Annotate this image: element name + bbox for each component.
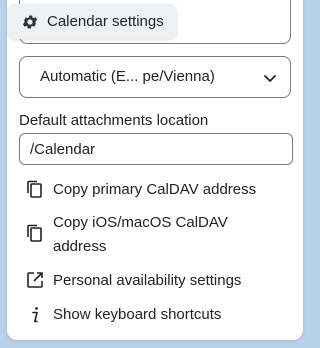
copy-primary-caldav-button[interactable]: Copy primary CalDAV address xyxy=(25,177,295,201)
keyboard-shortcuts-button[interactable]: Show keyboard shortcuts xyxy=(25,302,295,326)
keyboard-shortcuts-label: Show keyboard shortcuts xyxy=(53,306,222,323)
timezone-select[interactable]: Automatic (E... pe/Vienna) xyxy=(19,56,291,98)
attachments-location-input[interactable] xyxy=(19,133,293,165)
chevron-down-icon xyxy=(264,75,276,82)
calendar-settings-title: Calendar settings xyxy=(47,13,164,30)
copy-primary-caldav-label: Copy primary CalDAV address xyxy=(53,181,257,198)
copy-icon xyxy=(27,180,42,198)
calendar-settings-header[interactable]: Calendar settings xyxy=(7,4,177,39)
copy-ios-caldav-label: Copy iOS/macOS CalDAV address xyxy=(53,214,228,255)
personal-availability-label: Personal availability settings xyxy=(53,272,242,289)
calendar-settings-panel: Calendar settings Automatic (E... pe/Vie… xyxy=(7,0,303,340)
timezone-value: Automatic (E... pe/Vienna) xyxy=(40,68,215,85)
info-icon xyxy=(32,307,38,323)
gear-icon xyxy=(22,15,38,29)
personal-availability-button[interactable]: Personal availability settings xyxy=(25,268,295,292)
copy-icon xyxy=(27,224,42,242)
copy-ios-caldav-button[interactable]: Copy iOS/macOS CalDAV address xyxy=(25,210,295,258)
external-link-icon xyxy=(27,272,43,288)
attachments-location-label: Default attachments location xyxy=(19,112,209,129)
